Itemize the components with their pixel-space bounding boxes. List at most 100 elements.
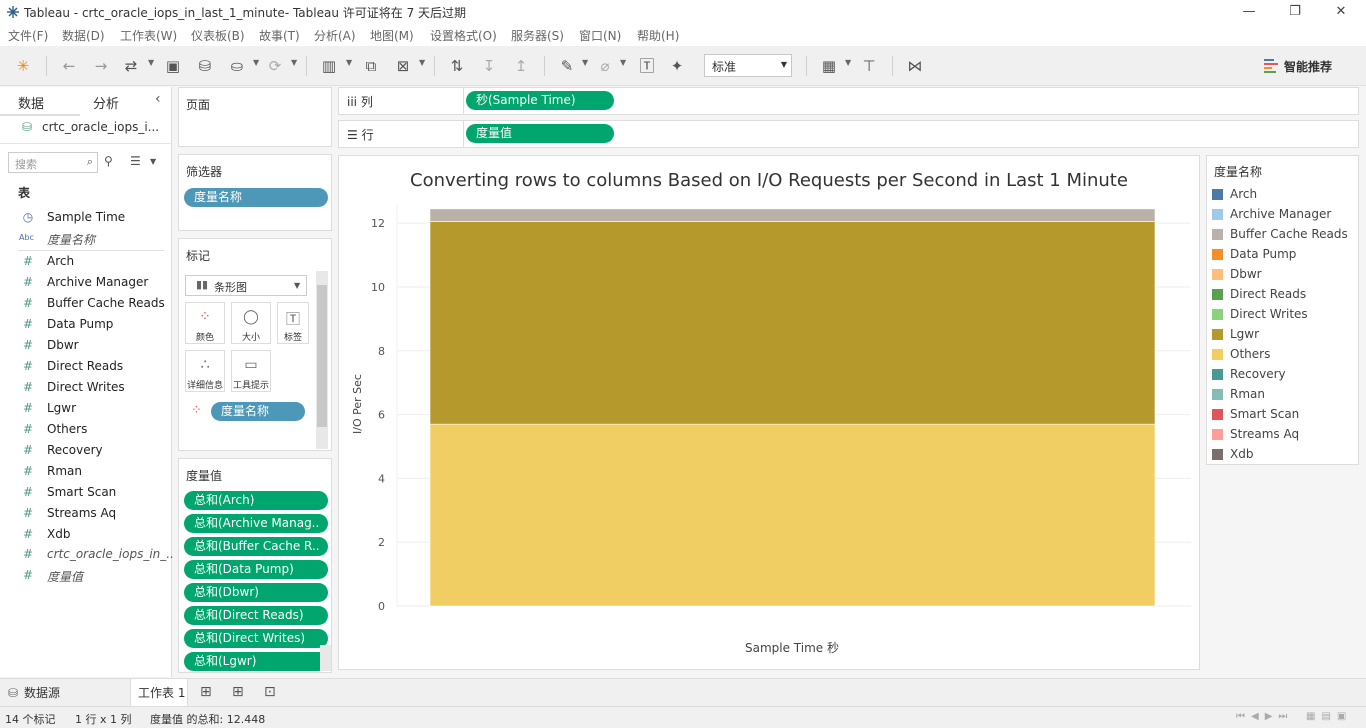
measure-value-pill[interactable]: 总和(Lgwr) bbox=[184, 652, 328, 671]
menu-item[interactable]: 窗口(N) bbox=[579, 27, 621, 44]
field-item[interactable]: # Direct Writes bbox=[0, 377, 170, 398]
legend-item[interactable]: Xdb bbox=[1212, 446, 1357, 464]
rows-shelf[interactable]: ☰ 行 度量值 bbox=[338, 120, 1359, 148]
field-item[interactable]: # Recovery bbox=[0, 440, 170, 461]
replay-icon[interactable]: ⇄ bbox=[120, 56, 142, 76]
measure-values-scrollbar[interactable] bbox=[320, 645, 331, 671]
field-item[interactable]: # Xdb bbox=[0, 524, 170, 545]
field-item[interactable]: # Lgwr bbox=[0, 398, 170, 419]
field-item[interactable]: # Buffer Cache Reads bbox=[0, 293, 170, 314]
view-options-icon[interactable]: ☰ bbox=[130, 154, 141, 168]
tab-sheet-1[interactable]: 工作表 1 bbox=[130, 679, 188, 707]
refresh-icon[interactable]: ⟳ bbox=[264, 56, 286, 76]
group-icon[interactable]: ⌀ bbox=[594, 56, 616, 76]
label-button[interactable]: 🅃 标签 bbox=[277, 302, 309, 344]
field-item[interactable]: ◷ Sample Time bbox=[0, 207, 170, 228]
measure-value-pill[interactable]: 总和(Dbwr) bbox=[184, 583, 328, 602]
new-story-icon[interactable]: ⊡ bbox=[264, 684, 276, 700]
duplicate-sheet-icon[interactable]: ⧉ bbox=[360, 56, 382, 76]
collapse-pane-icon[interactable]: ‹ bbox=[155, 91, 161, 107]
legend-item[interactable]: Dbwr bbox=[1212, 266, 1357, 284]
legend-item[interactable]: Arch bbox=[1212, 186, 1357, 204]
measure-value-pill[interactable]: 总和(Data Pump) bbox=[184, 560, 328, 579]
minimize-button[interactable]: — bbox=[1226, 2, 1272, 22]
new-sheet-icon[interactable]: ▥ bbox=[318, 56, 340, 76]
legend-item[interactable]: Direct Writes bbox=[1212, 306, 1357, 324]
size-button[interactable]: ◯ 大小 bbox=[231, 302, 271, 344]
columns-pill[interactable]: 秒(Sample Time) bbox=[466, 91, 614, 110]
measure-value-pill[interactable]: 总和(Direct Reads) bbox=[184, 606, 328, 625]
sort-asc-icon[interactable]: ↧ bbox=[478, 56, 500, 76]
bar-segment-buffer-cache-reads[interactable] bbox=[429, 208, 1156, 222]
field-item[interactable]: # Arch bbox=[0, 251, 170, 272]
undo-icon[interactable]: ← bbox=[58, 56, 80, 76]
menu-item[interactable]: 工作表(W) bbox=[120, 27, 177, 44]
detail-button[interactable]: ∴ 详细信息 bbox=[185, 350, 225, 392]
tableau-start-icon[interactable]: ✳ bbox=[12, 56, 34, 76]
show-cards-icon[interactable]: ▦ bbox=[818, 56, 840, 76]
menu-item[interactable]: 仪表板(B) bbox=[191, 27, 245, 44]
measure-value-pill[interactable]: 总和(Buffer Cache R.. bbox=[184, 537, 328, 556]
redo-icon[interactable]: → bbox=[90, 56, 112, 76]
marks-scrollbar[interactable] bbox=[316, 271, 328, 449]
field-item[interactable]: Abc 度量名称 bbox=[0, 228, 170, 249]
measure-value-pill[interactable]: 总和(Direct Writes) bbox=[184, 629, 328, 648]
menu-item[interactable]: 帮助(H) bbox=[637, 27, 679, 44]
field-item[interactable]: # Smart Scan bbox=[0, 482, 170, 503]
menu-item[interactable]: 分析(A) bbox=[314, 27, 356, 44]
legend-item[interactable]: Rman bbox=[1212, 386, 1357, 404]
field-item[interactable]: # crtc_oracle_iops_in_... bbox=[0, 544, 178, 565]
rows-pill[interactable]: 度量值 bbox=[466, 124, 614, 143]
chevron-down-icon[interactable]: ▼ bbox=[150, 157, 156, 166]
datasource-name[interactable]: crtc_oracle_iops_i... bbox=[42, 120, 159, 134]
color-button[interactable]: ⁘ 颜色 bbox=[185, 302, 225, 344]
pause-updates-icon[interactable]: ⛀ bbox=[226, 56, 248, 76]
view-mode-icons[interactable]: ▦▤▣ bbox=[1306, 711, 1352, 722]
columns-shelf[interactable]: iii 列 秒(Sample Time) bbox=[338, 87, 1359, 115]
search-input[interactable]: 搜索 ⌕ bbox=[8, 152, 98, 173]
legend-item[interactable]: Archive Manager bbox=[1212, 206, 1357, 224]
bar-segment-others[interactable] bbox=[429, 423, 1156, 607]
menu-item[interactable]: 设置格式(O) bbox=[430, 27, 497, 44]
legend-item[interactable]: Recovery bbox=[1212, 366, 1357, 384]
legend-item[interactable]: Smart Scan bbox=[1212, 406, 1357, 424]
share-icon[interactable]: ⋈ bbox=[904, 56, 926, 76]
tab-data[interactable]: 数据 bbox=[18, 93, 44, 112]
field-item[interactable]: # Dbwr bbox=[0, 335, 170, 356]
menu-item[interactable]: 地图(M) bbox=[370, 27, 414, 44]
field-item[interactable]: # 度量值 bbox=[0, 565, 170, 586]
sheet-nav-icons[interactable]: ⏮◀▶⏭ bbox=[1236, 711, 1293, 722]
presentation-mode-icon[interactable]: ⊤ bbox=[858, 56, 880, 76]
menu-item[interactable]: 服务器(S) bbox=[511, 27, 564, 44]
bar-segment-lgwr[interactable] bbox=[429, 221, 1156, 425]
color-encoding-pill[interactable]: 度量名称 bbox=[211, 402, 305, 421]
menu-item[interactable]: 故事(T) bbox=[259, 27, 300, 44]
pin-icon[interactable]: ✦ bbox=[666, 56, 688, 76]
new-datasource-icon[interactable]: ⛁ bbox=[194, 56, 216, 76]
pages-card[interactable]: 页面 bbox=[178, 87, 332, 147]
tooltip-button[interactable]: ▭ 工具提示 bbox=[231, 350, 271, 392]
show-labels-icon[interactable]: 🅃 bbox=[636, 56, 658, 76]
legend-item[interactable]: Buffer Cache Reads bbox=[1212, 226, 1357, 244]
highlight-icon[interactable]: ✎ bbox=[556, 56, 578, 76]
menu-item[interactable]: 文件(F) bbox=[8, 27, 48, 44]
field-item[interactable]: # Archive Manager bbox=[0, 272, 170, 293]
swap-icon[interactable]: ⇅ bbox=[446, 56, 468, 76]
legend-item[interactable]: Data Pump bbox=[1212, 246, 1357, 264]
menu-item[interactable]: 数据(D) bbox=[62, 27, 105, 44]
field-item[interactable]: # Data Pump bbox=[0, 314, 170, 335]
legend-item[interactable]: Direct Reads bbox=[1212, 286, 1357, 304]
legend-item[interactable]: Lgwr bbox=[1212, 326, 1357, 344]
field-item[interactable]: # Rman bbox=[0, 461, 170, 482]
filter-icon[interactable]: ⚲ bbox=[104, 154, 113, 168]
tab-analytics[interactable]: 分析 bbox=[93, 93, 119, 112]
legend-item[interactable]: Others bbox=[1212, 346, 1357, 364]
field-item[interactable]: # Streams Aq bbox=[0, 503, 170, 524]
new-dashboard-icon[interactable]: ⊞ bbox=[232, 684, 244, 700]
measure-value-pill[interactable]: 总和(Arch) bbox=[184, 491, 328, 510]
restore-button[interactable]: ❐ bbox=[1272, 2, 1318, 22]
field-item[interactable]: # Direct Reads bbox=[0, 356, 170, 377]
field-item[interactable]: # Others bbox=[0, 419, 170, 440]
mark-type-select[interactable]: ▮▮ 条形图 ▼ bbox=[185, 275, 307, 296]
save-icon[interactable]: ▣ bbox=[162, 56, 184, 76]
